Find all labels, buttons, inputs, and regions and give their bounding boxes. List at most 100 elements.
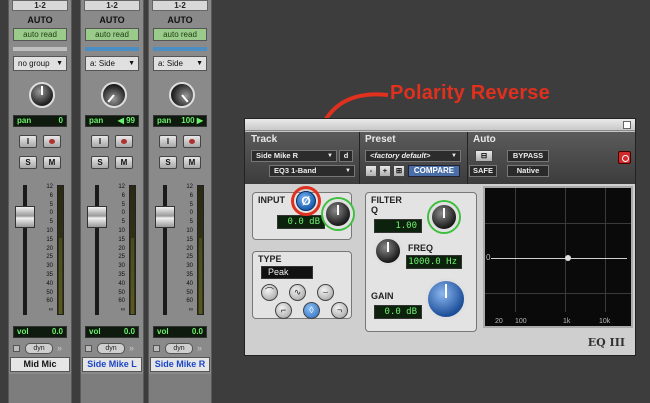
record-arm-button[interactable] — [43, 135, 61, 148]
volume-fader[interactable] — [155, 206, 175, 228]
volume-fader[interactable] — [87, 206, 107, 228]
native-button[interactable]: Native — [507, 165, 549, 177]
gain-knob[interactable] — [425, 278, 467, 320]
header-divider — [359, 132, 360, 184]
scale-mark: 5 — [49, 219, 53, 226]
low-shelf-filter-icon[interactable]: ⌒ — [261, 284, 278, 301]
chevron-down-icon: ▼ — [345, 168, 351, 174]
chevron-down-icon: ▼ — [56, 60, 63, 67]
track-name[interactable]: Side Mike L — [82, 357, 142, 372]
polarity-reverse-button[interactable]: Ø — [296, 191, 316, 211]
solo-button[interactable]: S — [159, 156, 177, 169]
scale-mark: 5 — [121, 201, 125, 208]
mute-button[interactable]: M — [183, 156, 201, 169]
peak-filter-icon[interactable]: ∿ — [289, 284, 306, 301]
record-arm-button[interactable] — [115, 135, 133, 148]
input-monitor-button[interactable]: I — [159, 135, 177, 148]
scale-mark: 25 — [186, 254, 193, 261]
input-gain-knob[interactable] — [323, 199, 353, 229]
io-selector[interactable]: 1-2 — [84, 0, 140, 11]
automation-mode-select[interactable]: auto read — [153, 28, 207, 41]
freq-knob[interactable] — [373, 236, 403, 266]
record-arm-button[interactable] — [183, 135, 201, 148]
pan-knob[interactable] — [95, 76, 133, 114]
preset-select[interactable]: <factory default> ▼ — [365, 150, 461, 162]
high-shelf-filter-icon[interactable]: ⌣ — [317, 284, 334, 301]
mute-button[interactable]: M — [115, 156, 133, 169]
plugin-titlebar[interactable] — [245, 119, 635, 131]
scale-mark: 10 — [118, 227, 125, 234]
pan-knob[interactable] — [29, 82, 55, 108]
preset-next-button[interactable]: + — [379, 165, 391, 177]
group-select[interactable]: no group ▼ — [13, 56, 67, 71]
automation-mode-select[interactable]: auto read — [13, 28, 67, 41]
low-pass-filter-icon[interactable]: ⌐ — [275, 302, 292, 319]
pan-value-number: 99 — [126, 116, 135, 125]
mute-button[interactable]: M — [43, 156, 61, 169]
automation-button[interactable]: ⊟ — [475, 150, 493, 162]
insert-select[interactable]: EQ3 1-Band ▼ — [269, 165, 355, 177]
auto-section-label: Auto — [473, 134, 496, 145]
filter-node-handle[interactable] — [565, 255, 571, 261]
pan-knob[interactable] — [163, 76, 201, 114]
scale-mark: 10 — [46, 227, 53, 234]
group-select[interactable]: a: Side ▼ — [85, 56, 139, 71]
dyn-button[interactable]: dyn — [97, 343, 125, 354]
input-monitor-button[interactable]: I — [19, 135, 37, 148]
scale-mark: 5 — [189, 201, 193, 208]
dyn-button[interactable]: dyn — [165, 343, 193, 354]
scale-mark: 60 — [186, 298, 193, 305]
io-selector[interactable]: 1-2 — [152, 0, 208, 11]
preset-prev-button[interactable]: - — [365, 165, 377, 177]
pan-right-arrow: ▶ — [194, 116, 203, 125]
plugin-header: Track Side Mike R ▼ d EQ3 1-Band ▼ Preset … — [245, 132, 635, 184]
scale-mark: ∞ — [120, 307, 125, 314]
pan-display: pan 0 — [13, 115, 67, 127]
graph-freq-label: 20 — [495, 318, 503, 325]
eq-response-graph[interactable]: 0 20 100 1k 10k — [483, 186, 633, 328]
response-curve — [491, 258, 627, 259]
scale-mark: 35 — [118, 271, 125, 278]
notch-filter-icon[interactable]: ◊ — [303, 302, 320, 319]
high-pass-filter-icon[interactable]: ¬ — [331, 302, 348, 319]
track-name[interactable]: Mid Mic — [10, 357, 70, 372]
automation-mode-select[interactable]: auto read — [85, 28, 139, 41]
track-color-swatch — [85, 345, 92, 352]
power-icon[interactable] — [618, 151, 631, 164]
scale-mark: 5 — [121, 219, 125, 226]
scale-mark: 20 — [186, 245, 193, 252]
input-monitor-button[interactable]: I — [91, 135, 109, 148]
volume-fader[interactable] — [15, 206, 35, 228]
scale-mark: 6 — [49, 192, 53, 199]
safe-button[interactable]: SAFE — [469, 165, 497, 177]
group-select[interactable]: a: Side ▼ — [153, 56, 207, 71]
scale-mark: 50 — [46, 289, 53, 296]
solo-button[interactable]: S — [19, 156, 37, 169]
dyn-button[interactable]: dyn — [25, 343, 53, 354]
strip-footer — [81, 374, 143, 403]
scale-mark: 20 — [46, 245, 53, 252]
pan-label: pan — [17, 116, 32, 125]
q-knob[interactable] — [429, 202, 459, 232]
chevron-down-icon: ▼ — [327, 153, 333, 159]
level-meter — [197, 185, 204, 315]
scale-mark: 0 — [49, 210, 53, 217]
close-icon[interactable] — [623, 121, 631, 129]
pan-label: pan — [157, 116, 172, 125]
io-selector[interactable]: 1-2 — [12, 0, 68, 11]
track-select[interactable]: Side Mike R ▼ — [251, 150, 337, 162]
bypass-button[interactable]: BYPASS — [507, 150, 549, 162]
track-name[interactable]: Side Mike R — [150, 357, 210, 372]
freq-label: FREQ — [408, 243, 434, 253]
preset-copy-button[interactable]: ⊞ — [393, 165, 405, 177]
fader-track — [23, 185, 27, 315]
compare-button[interactable]: COMPARE — [408, 165, 460, 177]
vol-label: vol — [157, 327, 169, 336]
scale-mark: 12 — [46, 184, 53, 190]
fader-scale: 12 6 5 0 5 10 15 20 25 30 35 40 50 60 ∞ — [107, 183, 125, 315]
fader-scale: 12 6 5 0 5 10 15 20 25 30 35 40 50 60 ∞ — [175, 183, 193, 315]
strip-footer — [9, 374, 71, 403]
eq3-plugin-window: Track Side Mike R ▼ d EQ3 1-Band ▼ Preset … — [244, 118, 636, 356]
solo-button[interactable]: S — [91, 156, 109, 169]
track-d-button[interactable]: d — [339, 150, 353, 162]
